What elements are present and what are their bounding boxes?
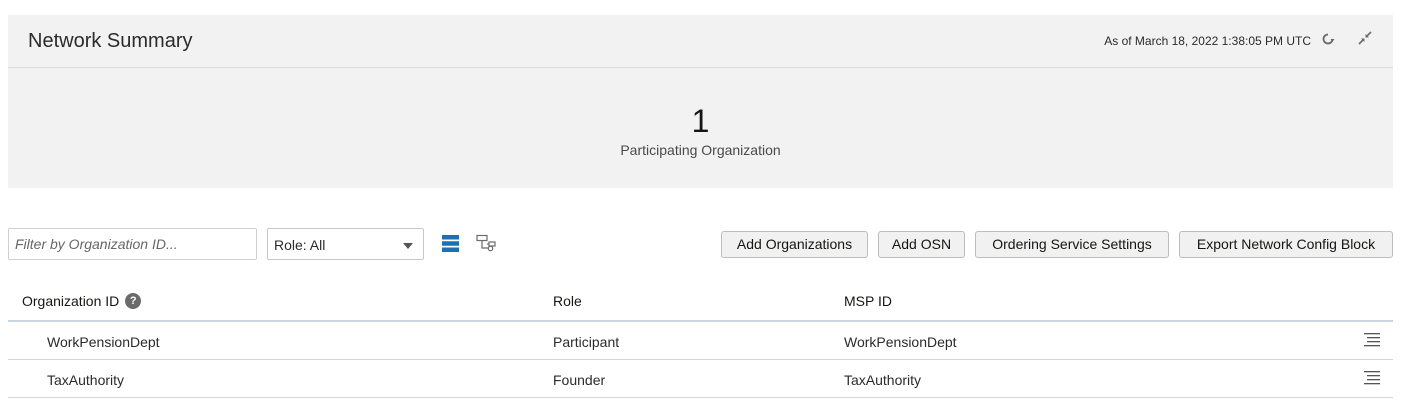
filter-organization-input[interactable] xyxy=(8,228,257,260)
organization-count: 1 xyxy=(691,103,710,139)
cell-role: Participant xyxy=(553,334,620,350)
cell-msp-id: WorkPensionDept xyxy=(844,334,957,350)
list-view-icon[interactable] xyxy=(442,235,459,252)
cell-organization-id: TaxAuthority xyxy=(47,372,125,388)
add-organizations-button[interactable]: Add Organizations xyxy=(721,231,868,258)
organizations-table: Organization ID ? Role MSP ID WorkPensio… xyxy=(8,280,1393,398)
refresh-icon[interactable] xyxy=(1320,31,1336,47)
help-icon[interactable]: ? xyxy=(125,293,142,309)
cell-organization-id: WorkPensionDept xyxy=(47,334,160,350)
collapse-icon[interactable] xyxy=(1357,30,1373,46)
table-row[interactable]: TaxAuthority Founder TaxAuthority xyxy=(8,360,1393,398)
export-network-config-block-button[interactable]: Export Network Config Block xyxy=(1179,231,1393,258)
participating-count-box: 1 Participating Organization xyxy=(8,103,1393,158)
role-filter-value: Role: All xyxy=(274,237,326,253)
ordering-service-settings-button[interactable]: Ordering Service Settings xyxy=(975,231,1169,258)
role-filter-select[interactable]: Role: All xyxy=(267,228,424,260)
column-header-organization-id-label: Organization ID xyxy=(22,293,120,309)
organization-count-label: Participating Organization xyxy=(620,142,781,158)
table-header: Organization ID ? Role MSP ID xyxy=(8,280,1393,322)
as-of-timestamp: As of March 18, 2022 1:38:05 PM UTC xyxy=(1104,34,1311,48)
column-header-role[interactable]: Role xyxy=(553,293,582,309)
row-actions-menu-icon[interactable] xyxy=(1364,371,1380,385)
column-header-organization-id[interactable]: Organization ID ? xyxy=(22,293,142,309)
chevron-down-icon xyxy=(403,243,413,249)
network-summary-panel: Network Summary As of March 18, 2022 1:3… xyxy=(8,15,1393,188)
table-row[interactable]: WorkPensionDept Participant WorkPensionD… xyxy=(8,322,1393,360)
page-title: Network Summary xyxy=(28,30,193,52)
topology-view-icon[interactable] xyxy=(475,234,497,253)
cell-msp-id: TaxAuthority xyxy=(844,372,922,388)
add-osn-button[interactable]: Add OSN xyxy=(878,231,965,258)
column-header-msp-id[interactable]: MSP ID xyxy=(844,293,892,309)
summary-header: Network Summary As of March 18, 2022 1:3… xyxy=(8,15,1393,68)
row-actions-menu-icon[interactable] xyxy=(1364,333,1380,347)
cell-role: Founder xyxy=(553,372,606,388)
